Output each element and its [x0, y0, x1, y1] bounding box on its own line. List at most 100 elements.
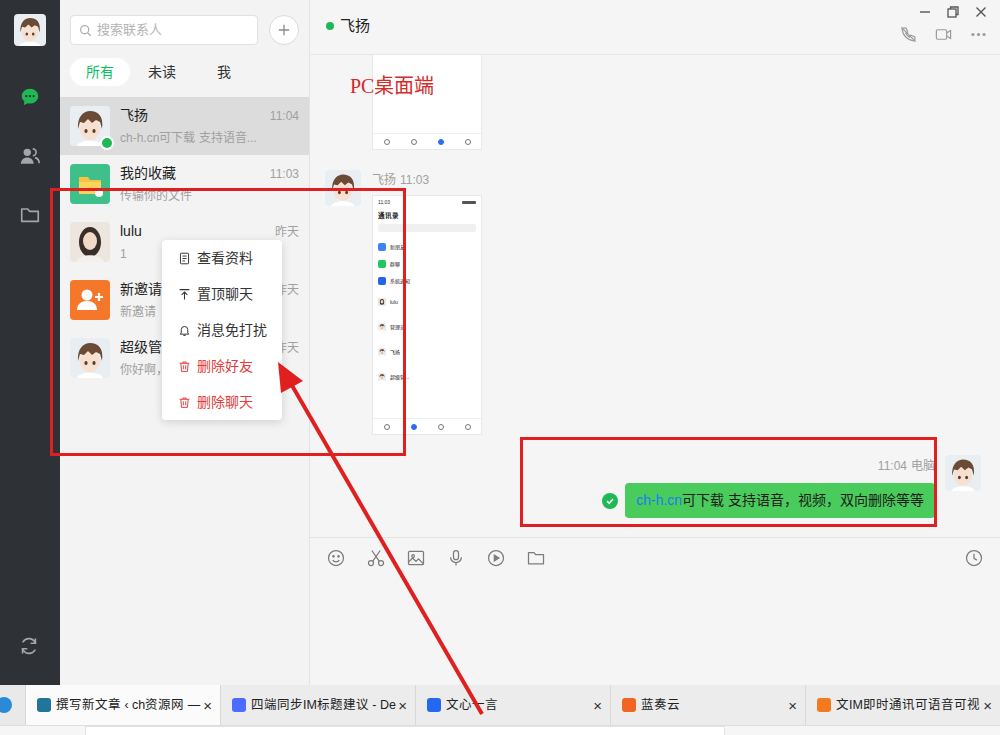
image-message[interactable] [372, 55, 482, 150]
browser-tab[interactable]: 撰写新文章 ‹ ch资源网 —× [25, 685, 220, 725]
address-field[interactable] [85, 726, 725, 735]
phone-contact-row: 系统通知 [373, 272, 481, 289]
browser-menu[interactable] [0, 685, 25, 725]
search-row [60, 0, 309, 45]
sidebar-item[interactable] [18, 85, 42, 109]
menu-item[interactable]: 置顶聊天 [162, 276, 282, 312]
filter-tab[interactable]: 所有 [70, 58, 130, 86]
filter-tab[interactable]: 未读 [132, 58, 192, 86]
menu-item[interactable]: 查看资料 [162, 240, 282, 276]
search-box[interactable] [70, 15, 258, 45]
message-meta: 飞扬11:03 [372, 171, 482, 189]
contact-avatar[interactable] [70, 164, 110, 204]
sidebar-item[interactable] [18, 203, 42, 227]
phone-contact-icon [378, 260, 386, 268]
menu-label: 删除好友 [197, 356, 253, 377]
bubble-row: ch-h.cn可下载 支持语音，视频，双向删除等等 [602, 483, 935, 518]
screenshot-icon[interactable] [366, 548, 386, 568]
sidebar-item[interactable] [18, 144, 42, 168]
phone-nav-icon [438, 139, 444, 145]
file-icon[interactable] [526, 548, 546, 568]
text-bubble[interactable]: ch-h.cn可下载 支持语音，视频，双向删除等等 [625, 483, 935, 518]
add-button[interactable] [269, 15, 299, 45]
video-call-icon[interactable] [934, 25, 953, 44]
contact-name: 飞扬 [120, 105, 270, 126]
message-text: 可下载 支持语音，视频，双向删除等等 [682, 492, 924, 508]
phone-nav-icon [465, 139, 471, 145]
chat-panel: 飞扬飞扬11:0311:03通讯录新朋友群聊系统通知lulu管理员飞扬超级管..… [310, 0, 1000, 685]
contact-avatar[interactable] [70, 338, 110, 378]
contact-row[interactable]: 我的收藏11:03传输你的文件 [60, 155, 309, 213]
tab-close[interactable]: × [788, 698, 797, 713]
folder-icon [19, 204, 41, 226]
image-icon[interactable] [406, 548, 426, 568]
tab-close[interactable]: × [983, 698, 992, 713]
filter-tab[interactable]: 我 [194, 58, 254, 86]
contact-avatar[interactable] [70, 222, 110, 262]
annotation-layer [0, 0, 1000, 735]
message-link[interactable]: ch-h.cn [636, 492, 682, 508]
sender-avatar[interactable] [325, 170, 361, 206]
context-menu: 查看资料置顶聊天消息免打扰删除好友删除聊天 [162, 240, 282, 420]
browser-tab[interactable]: 文心一言× [415, 685, 610, 725]
site-icon [37, 698, 51, 712]
browser-tab[interactable]: 文IM即时通讯可语音可视× [805, 685, 1000, 725]
voice-call-icon[interactable] [899, 25, 918, 44]
emoji-icon[interactable] [326, 548, 346, 568]
phone-time: 11:03 [378, 199, 390, 205]
search-icon [79, 24, 92, 37]
phone-nav [373, 133, 481, 149]
phone-nav-icon [411, 139, 417, 145]
maximize-icon[interactable] [946, 5, 960, 19]
sync-icon[interactable] [18, 635, 42, 659]
window-controls [918, 5, 988, 19]
video-icon[interactable] [486, 548, 506, 568]
tab-close[interactable]: × [203, 698, 212, 713]
microphone-icon[interactable] [446, 548, 466, 568]
phone-contact-row: 飞扬 [373, 339, 481, 364]
tab-close[interactable]: × [398, 698, 407, 713]
close-icon[interactable] [974, 5, 988, 19]
filter-tabs: 所有未读 我 [60, 58, 309, 86]
chat-header: 飞扬 [310, 0, 1000, 55]
message-list: 飞扬11:03 11:03通讯录新朋友群聊系统通知lulu管理员飞扬超级管...1… [310, 55, 1000, 537]
tab-close[interactable]: × [593, 698, 602, 713]
phone-nav-icon [384, 139, 390, 145]
image-message[interactable]: 11:03通讯录新朋友群聊系统通知lulu管理员飞扬超级管... [372, 195, 482, 435]
browser-tab[interactable]: 四端同步IM标题建议 - De× [220, 685, 415, 725]
own-avatar[interactable] [14, 14, 46, 46]
site-icon [817, 698, 831, 712]
chat-name: 飞扬 [340, 15, 370, 38]
contact-avatar-wrap [70, 222, 110, 262]
phone-contact-row: 群聊 [373, 255, 481, 272]
contact-row[interactable]: 飞扬11:04ch-h.cn可下载 支持语音... [60, 97, 309, 155]
chat-icon [19, 86, 41, 108]
sender-name: 飞扬 [372, 171, 396, 189]
own-message-avatar[interactable] [945, 455, 981, 491]
contact-line: 我的收藏11:03 [120, 163, 299, 184]
browser-tab[interactable]: 蓝奏云 × [610, 685, 805, 725]
contact-text: 飞扬11:04ch-h.cn可下载 支持语音... [120, 105, 299, 147]
phone-contact-row: lulu [373, 289, 481, 314]
menu-label: 删除聊天 [197, 392, 253, 413]
phone-nav [373, 418, 481, 434]
history-icon[interactable] [964, 548, 984, 568]
minimize-icon[interactable] [918, 5, 932, 19]
message-row: 飞扬11:0311:03通讯录新朋友群聊系统通知lulu管理员飞扬超级管... [325, 170, 981, 435]
menu-item[interactable]: 删除好友 [162, 348, 282, 384]
contact-name: lulu [120, 221, 275, 242]
read-check-icon [602, 493, 618, 509]
sidebar [0, 0, 60, 685]
phone-contact-row: 管理员 [373, 314, 481, 339]
more-icon[interactable] [969, 25, 988, 44]
phone-status-bar: 11:03 [373, 196, 481, 205]
menu-item[interactable]: 删除聊天 [162, 384, 282, 420]
bell-icon [178, 324, 191, 337]
message-device: 电脑 [911, 457, 935, 475]
search-input[interactable] [97, 20, 249, 40]
contact-avatar[interactable] [70, 280, 110, 320]
tab-title: 蓝奏云 [641, 696, 783, 715]
menu-item[interactable]: 消息免打扰 [162, 312, 282, 348]
filter-label: 我 [217, 62, 231, 83]
trash-icon [178, 396, 191, 409]
